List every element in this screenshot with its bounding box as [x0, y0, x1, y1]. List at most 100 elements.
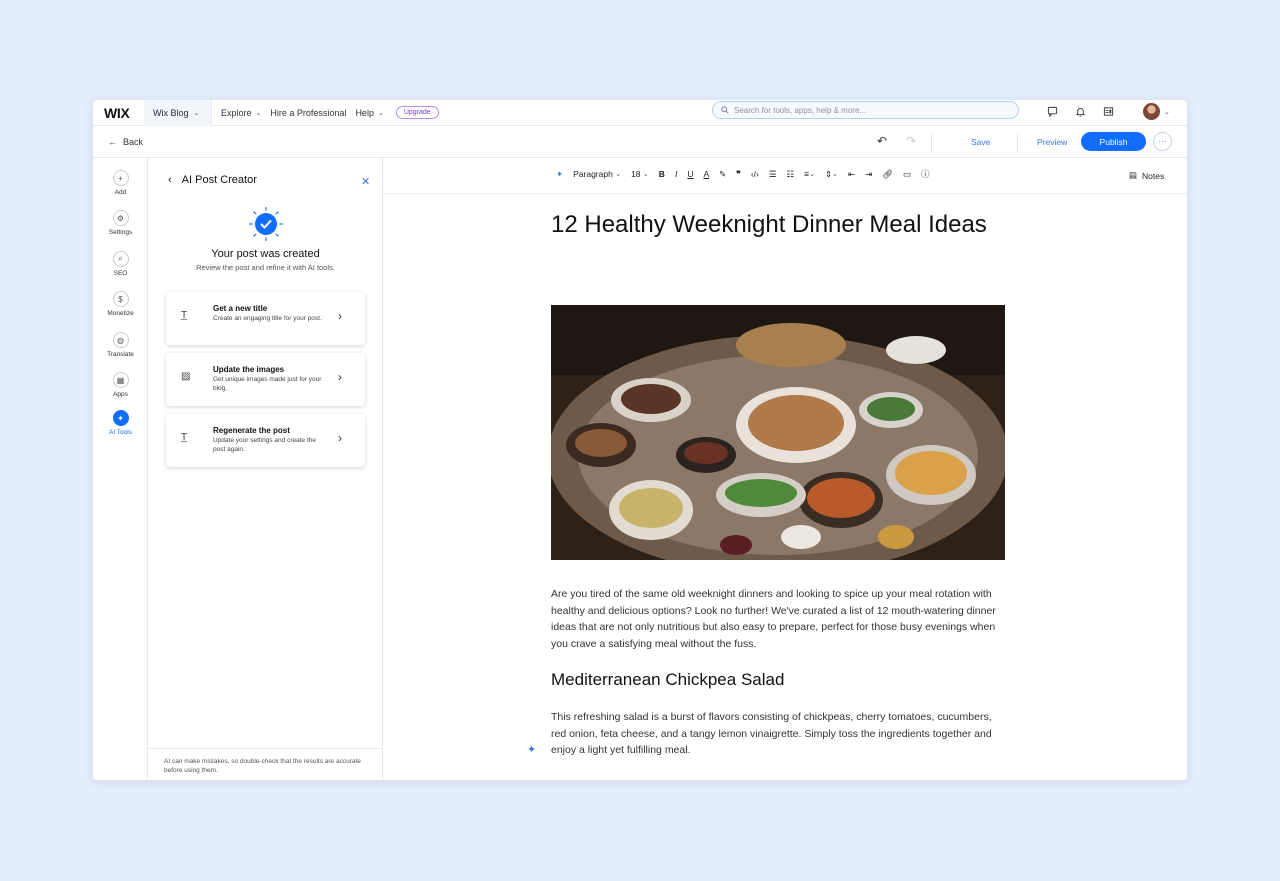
card-title: Regenerate the post — [213, 426, 290, 435]
post-created-title: Your post was created — [211, 248, 320, 260]
chevron-down-icon[interactable]: ⌄ — [1164, 108, 1170, 116]
chevron-right-icon: › — [338, 431, 342, 445]
top-icons — [1045, 104, 1115, 118]
sparkle-icon: ✦ — [112, 410, 129, 426]
back-button[interactable]: ← Back — [108, 137, 143, 147]
card-regenerate-post[interactable]: T̲ Regenerate the post Update your setti… — [166, 414, 365, 467]
font-size-select[interactable]: 18 ⌄ — [631, 169, 649, 179]
undo-icon[interactable]: ↶ — [877, 134, 887, 148]
dashboard-icon[interactable] — [1101, 104, 1115, 118]
ai-sparkle-icon[interactable]: ✦ — [556, 169, 563, 180]
rail-label: Translate — [107, 351, 134, 358]
ai-assist-icon[interactable]: ✦ — [527, 743, 536, 756]
dollar-icon: $ — [112, 291, 129, 307]
chevron-down-icon: ⌄ — [255, 109, 262, 117]
rail-item-add[interactable]: + Add — [93, 170, 148, 196]
section-paragraph[interactable]: This refreshing salad is a burst of flav… — [551, 709, 1006, 759]
underline-icon[interactable]: U — [687, 169, 693, 179]
divider — [1017, 133, 1018, 152]
link-icon[interactable]: 🔗︎ — [882, 169, 893, 180]
bold-icon[interactable]: B — [659, 169, 665, 179]
nav-help[interactable]: Help ⌄ — [355, 108, 383, 118]
wix-logo[interactable]: WIX — [104, 105, 144, 121]
post-title[interactable]: 12 Healthy Weeknight Dinner Meal Ideas — [551, 210, 1006, 239]
article: 12 Healthy Weeknight Dinner Meal Ideas A… — [551, 210, 1006, 756]
post-created-subtitle: Review the post and refine it with AI to… — [196, 263, 335, 272]
text-sparkle-icon: T̲ — [181, 432, 188, 443]
chevron-left-icon[interactable]: ‹ — [168, 174, 172, 186]
divider — [931, 133, 932, 152]
quote-icon[interactable]: ❞ — [736, 169, 741, 180]
rail-label: Add — [114, 189, 127, 196]
comment-icon[interactable]: ▭ — [903, 169, 911, 180]
search-input[interactable]: Search for tools, apps, help & more... — [712, 101, 1019, 119]
numbered-list-icon[interactable]: ☰ — [769, 169, 777, 180]
rail-label: Apps — [113, 391, 128, 398]
highlight-icon[interactable]: ✎ — [719, 169, 726, 180]
bell-icon[interactable] — [1073, 104, 1087, 118]
italic-icon[interactable]: I — [675, 169, 677, 179]
rail-label: Monetize — [107, 310, 134, 317]
plus-icon: + — [112, 170, 129, 186]
site-selector[interactable]: Wix Blog ⌄ — [144, 100, 212, 126]
card-new-title[interactable]: T̲ Get a new title Create an engaging ti… — [166, 292, 365, 345]
line-spacing-icon[interactable]: ⇕ ⌄ — [825, 169, 838, 180]
rail-item-seo[interactable]: ⌕ SEO — [93, 251, 148, 277]
nav-explore[interactable]: Explore ⌄ — [221, 108, 261, 118]
hero-image[interactable] — [551, 305, 1005, 560]
panel-header: ‹ AI Post Creator — [168, 174, 257, 186]
more-actions-button[interactable]: ··· — [1153, 132, 1172, 151]
bulleted-list-icon[interactable]: ☷ — [786, 169, 794, 180]
nav-hire-professional[interactable]: Hire a Professional — [270, 108, 346, 118]
image-icon: ▨ — [181, 371, 191, 382]
notes-label: Notes — [1142, 170, 1165, 181]
rail-item-apps[interactable]: ▦ Apps — [93, 372, 148, 398]
editor-toolbar: ✦ Paragraph ⌄ 18 ⌄ B I U A ✎ ❞ ‹/› ☰ ☷ ≡… — [384, 158, 1187, 194]
redo-icon[interactable]: ↷ — [906, 134, 916, 148]
text-sparkle-icon: T̲ — [181, 310, 188, 321]
paragraph-style-select[interactable]: Paragraph ⌄ — [573, 169, 621, 179]
rail-item-ai-tools[interactable]: ✦ AI Tools — [93, 410, 148, 436]
gear-icon: ⚙ — [112, 210, 129, 226]
card-description: Update your settings and create the post… — [213, 437, 316, 453]
avatar[interactable] — [1143, 103, 1160, 120]
ai-disclaimer: AI can make mistakes, so double-check th… — [148, 748, 383, 780]
publish-button[interactable]: Publish — [1081, 132, 1146, 151]
card-update-images[interactable]: ▨ Update the images Get unique images ma… — [166, 353, 365, 406]
card-description: Create an engaging title for your post. — [213, 315, 322, 322]
site-name: Wix Blog — [153, 107, 189, 118]
card-title: Get a new title — [213, 304, 268, 313]
text-color-icon[interactable]: A — [703, 169, 709, 179]
back-label: Back — [123, 137, 144, 147]
editor-window: WIX Wix Blog ⌄ Explore ⌄ Hire a Professi… — [93, 100, 1187, 780]
search-icon: ⌕ — [112, 251, 129, 267]
outdent-icon[interactable]: ⇤ — [848, 169, 855, 180]
ai-post-creator-panel: ‹ AI Post Creator ✕ Your post was create… — [148, 158, 383, 780]
notes-button[interactable]: ▤ Notes — [1129, 170, 1164, 181]
action-bar: ← Back ↶ ↷ Save Preview Publish ··· — [93, 127, 1187, 158]
info-icon[interactable]: ⓘ — [921, 168, 930, 180]
preview-button[interactable]: Preview — [1037, 137, 1067, 147]
align-icon[interactable]: ≡ ⌄ — [804, 169, 815, 179]
apps-icon: ▦ — [112, 372, 129, 388]
card-title: Update the images — [213, 365, 285, 374]
nav-help-label: Help — [355, 107, 374, 118]
font-size-value: 18 — [631, 169, 641, 179]
chevron-right-icon: › — [338, 309, 342, 323]
upgrade-button[interactable]: Upgrade — [395, 106, 439, 119]
section-heading[interactable]: Mediterranean Chickpea Salad — [551, 670, 784, 690]
chat-icon[interactable] — [1045, 104, 1059, 118]
search-placeholder: Search for tools, apps, help & more... — [734, 105, 867, 115]
nav-hire-label: Hire a Professional — [270, 107, 347, 118]
rail-item-settings[interactable]: ⚙ Settings — [93, 210, 148, 236]
code-icon[interactable]: ‹/› — [751, 169, 759, 179]
rail-item-translate[interactable]: ◍ Translate — [93, 332, 148, 358]
rail-label: SEO — [113, 270, 128, 277]
close-icon[interactable]: ✕ — [361, 175, 370, 188]
intro-paragraph[interactable]: Are you tired of the same old weeknight … — [551, 586, 1006, 652]
save-button[interactable]: Save — [971, 137, 990, 147]
nav-explore-label: Explore — [221, 107, 252, 118]
rail-item-monetize[interactable]: $ Monetize — [93, 291, 148, 317]
indent-icon[interactable]: ⇥ — [865, 169, 872, 180]
paragraph-style-value: Paragraph — [573, 169, 613, 179]
